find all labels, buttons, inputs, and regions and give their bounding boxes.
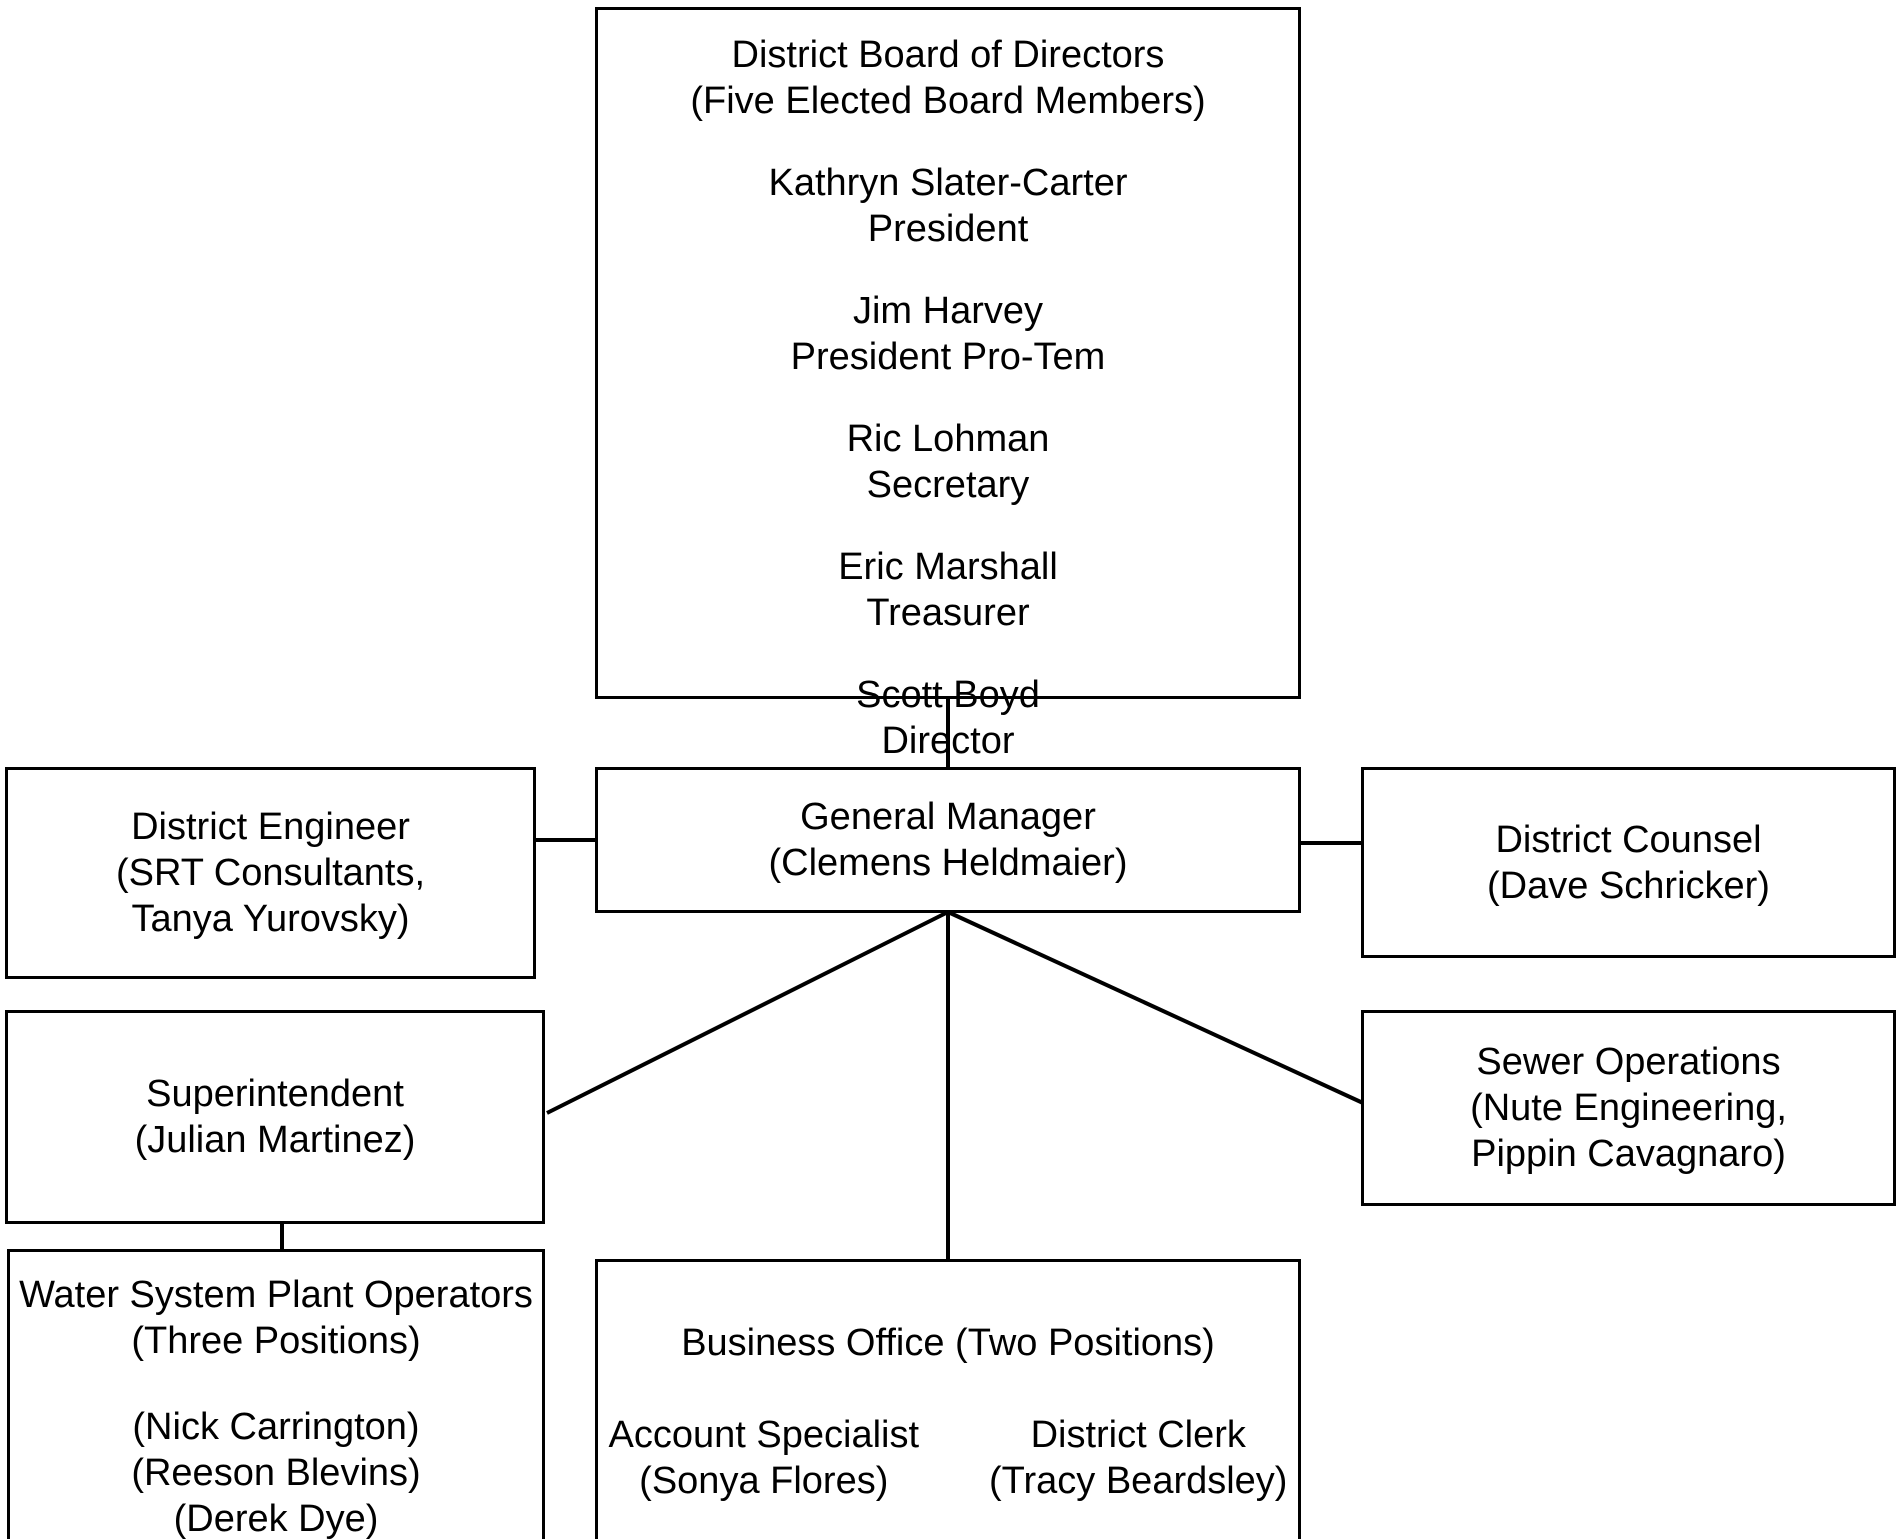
board-member-role: President bbox=[867, 208, 1029, 250]
board-member-role: Treasurer bbox=[866, 592, 1030, 634]
board-member: Jim Harvey President Pro-Tem bbox=[791, 288, 1106, 380]
board-member-name: Ric Lohman bbox=[846, 418, 1050, 460]
sewer-operations-detail: (Nute Engineering, Pippin Cavagnaro) bbox=[1470, 1087, 1787, 1175]
business-office-position-role: Account Specialist bbox=[608, 1414, 920, 1456]
business-office-position: Account Specialist (Sonya Flores) bbox=[609, 1412, 920, 1504]
board-member-role: Secretary bbox=[866, 464, 1030, 506]
board-member-name: Eric Marshall bbox=[838, 546, 1058, 588]
business-office-position-role: District Clerk bbox=[1030, 1414, 1246, 1456]
board-member-name: Jim Harvey bbox=[852, 290, 1043, 332]
general-manager-title: General Manager bbox=[800, 796, 1096, 838]
water-operators-names: (Nick Carrington) (Reeson Blevins) (Dere… bbox=[131, 1406, 421, 1539]
district-counsel-detail: (Dave Schricker) bbox=[1487, 864, 1770, 907]
business-office-title: Business Office (Two Positions) bbox=[681, 1322, 1215, 1364]
node-general-manager[interactable]: General Manager (Clemens Heldmaier) bbox=[595, 767, 1301, 913]
node-district-board-of-directors[interactable]: District Board of Directors (Five Electe… bbox=[595, 7, 1301, 762]
node-district-counsel[interactable]: District Counsel (Dave Schricker) bbox=[1361, 767, 1896, 958]
node-sewer-operations[interactable]: Sewer Operations (Nute Engineering, Pipp… bbox=[1361, 1010, 1896, 1206]
board-member: Eric Marshall Treasurer bbox=[838, 544, 1058, 636]
node-superintendent[interactable]: Superintendent (Julian Martinez) bbox=[5, 1010, 545, 1224]
general-manager-detail: (Clemens Heldmaier) bbox=[768, 842, 1128, 884]
board-member-name: Kathryn Slater-Carter bbox=[768, 162, 1128, 204]
board-header: District Board of Directors (Five Electe… bbox=[690, 34, 1206, 122]
district-counsel-title: District Counsel bbox=[1495, 818, 1762, 861]
node-district-engineer[interactable]: District Engineer (SRT Consultants, Tany… bbox=[5, 767, 536, 979]
board-member-role: President Pro-Tem bbox=[790, 336, 1106, 378]
board-member: Ric Lohman Secretary bbox=[847, 416, 1050, 508]
district-engineer-title: District Engineer bbox=[131, 806, 410, 848]
sewer-operations-title: Sewer Operations bbox=[1476, 1041, 1781, 1083]
business-office-positions: Account Specialist (Sonya Flores) Distri… bbox=[609, 1412, 1288, 1504]
superintendent-title: Superintendent bbox=[146, 1073, 404, 1115]
node-water-system-plant-operators[interactable]: Water System Plant Operators (Three Posi… bbox=[7, 1249, 545, 1539]
water-operators-title: Water System Plant Operators (Three Posi… bbox=[19, 1274, 533, 1362]
connector-district-engineer-to-general-manager bbox=[533, 838, 597, 842]
node-business-office[interactable]: Business Office (Two Positions) Account … bbox=[595, 1259, 1301, 1539]
connector-general-manager-to-district-counsel bbox=[1299, 841, 1363, 845]
board-member: Kathryn Slater-Carter President bbox=[768, 160, 1127, 252]
board-member-name: Scott Boyd bbox=[856, 674, 1040, 716]
superintendent-detail: (Julian Martinez) bbox=[134, 1119, 416, 1161]
board-member-role: Director bbox=[881, 720, 1015, 762]
connector-superintendent-to-water-operators bbox=[280, 1222, 284, 1251]
business-office-position: District Clerk (Tracy Beardsley) bbox=[989, 1412, 1287, 1504]
business-office-position-name: (Tracy Beardsley) bbox=[989, 1460, 1288, 1502]
district-engineer-detail: (SRT Consultants, Tanya Yurovsky) bbox=[115, 852, 426, 940]
org-chart-canvas: District Board of Directors (Five Electe… bbox=[0, 0, 1896, 1539]
business-office-position-name: (Sonya Flores) bbox=[639, 1460, 889, 1502]
board-member: Scott Boyd Director bbox=[856, 672, 1040, 764]
